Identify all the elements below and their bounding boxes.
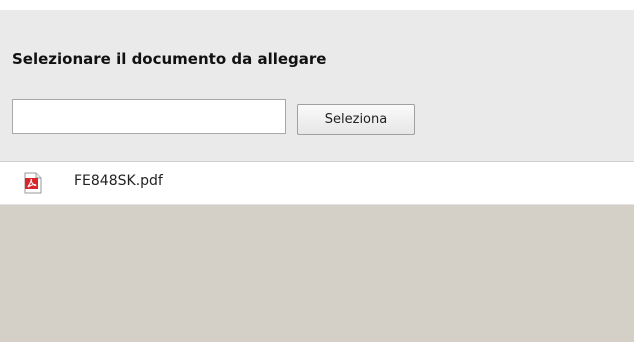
file-path-input[interactable] — [12, 99, 286, 134]
attachment-file-name[interactable]: FE848SK.pdf — [74, 173, 163, 189]
empty-content-area — [0, 205, 634, 342]
upload-panel-title: Selezionare il documento da allegare — [12, 50, 327, 68]
upload-panel: Selezionare il documento da allegare Sel… — [0, 10, 634, 162]
attachment-list-item[interactable]: FE848SK.pdf — [0, 162, 634, 205]
top-strip — [0, 0, 634, 10]
pdf-file-icon — [24, 172, 42, 194]
select-file-button[interactable]: Seleziona — [297, 104, 415, 135]
